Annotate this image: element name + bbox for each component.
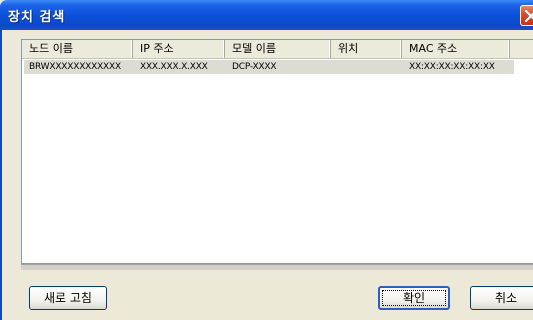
- window-border: [0, 30, 2, 320]
- window-title: 장치 검색: [8, 10, 66, 25]
- refresh-button-label: 새로 고침: [44, 291, 92, 305]
- list-header: 노드 이름 IP 주소 모델 이름 위치 MAC 주소: [22, 40, 533, 59]
- ok-button[interactable]: 확인: [378, 286, 450, 310]
- cell-ip-address: XXX.XXX.X.XXX: [140, 62, 208, 72]
- device-list[interactable]: 노드 이름 IP 주소 모델 이름 위치 MAC 주소 BRWXXXXXXXXX…: [21, 39, 533, 264]
- column-header-extra[interactable]: [510, 40, 533, 58]
- horizontal-scrollbar[interactable]: [21, 264, 533, 270]
- cell-node-name: BRWXXXXXXXXXXXX: [29, 62, 121, 72]
- column-header-mac-address[interactable]: MAC 주소: [402, 40, 510, 58]
- cell-location: [333, 60, 404, 74]
- column-header-node-name[interactable]: 노드 이름: [22, 40, 133, 58]
- column-header-model-name[interactable]: 모델 이름: [225, 40, 331, 58]
- cell-model-name: DCP-XXXX: [232, 62, 277, 72]
- column-header-location[interactable]: 위치: [331, 40, 402, 58]
- device-search-dialog: 장치 검색 노드 이름 IP 주소 모델 이름 위치 MAC 주소 BRWXXX…: [0, 0, 533, 320]
- cancel-button-label: 취소: [494, 291, 518, 305]
- title-bar[interactable]: 장치 검색: [0, 0, 533, 30]
- column-header-ip-address[interactable]: IP 주소: [133, 40, 225, 58]
- cancel-button[interactable]: 취소: [470, 286, 533, 310]
- close-icon[interactable]: [520, 5, 533, 26]
- cell-mac-address: XX:XX:XX:XX:XX:XX: [409, 62, 495, 72]
- refresh-button[interactable]: 새로 고침: [29, 286, 107, 310]
- table-row[interactable]: BRWXXXXXXXXXXXX XXX.XXX.X.XXX DCP-XXXX X…: [24, 60, 514, 74]
- focus-rectangle: [382, 290, 446, 306]
